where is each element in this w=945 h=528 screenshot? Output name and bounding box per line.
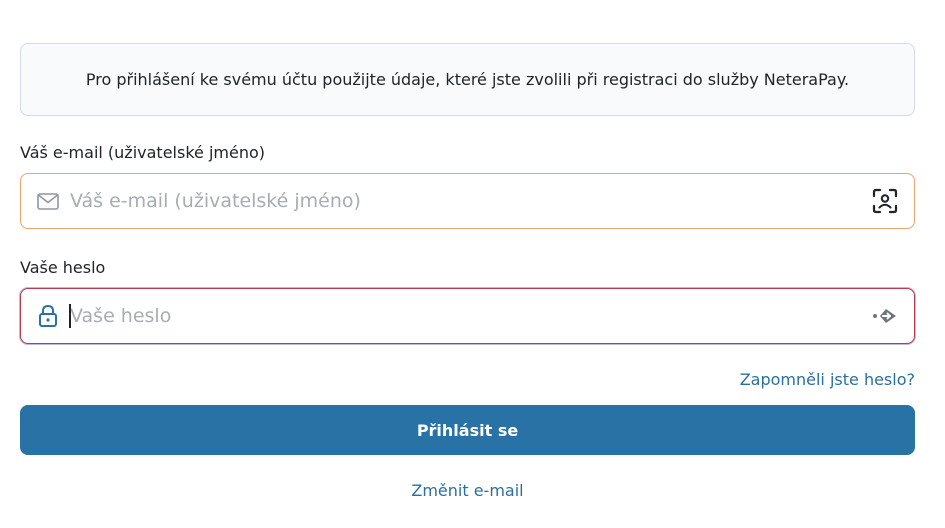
envelope-icon: [35, 188, 61, 214]
login-button[interactable]: Přihlásit se: [20, 405, 915, 455]
email-input[interactable]: [70, 186, 870, 216]
login-form: Pro přihlášení ke svému účtu použijte úd…: [20, 43, 915, 501]
email-field-box[interactable]: [20, 173, 915, 229]
lock-icon: [35, 303, 61, 329]
change-email-link[interactable]: Změnit e-mail: [411, 481, 523, 500]
email-label: Váš e-mail (uživatelské jméno): [20, 143, 265, 162]
text-caret: [69, 304, 71, 328]
face-id-icon[interactable]: [870, 186, 900, 216]
forgot-row: Zapomněli jste heslo?: [20, 370, 915, 390]
forgot-password-link[interactable]: Zapomněli jste heslo?: [740, 370, 915, 389]
password-input[interactable]: [70, 301, 870, 331]
autofill-arrow-icon[interactable]: [870, 301, 900, 331]
info-box: Pro přihlášení ke svému účtu použijte úd…: [20, 43, 915, 116]
password-field-box[interactable]: [20, 288, 915, 344]
password-label: Vaše heslo: [20, 258, 106, 277]
info-text: Pro přihlášení ke svému účtu použijte úd…: [85, 70, 850, 89]
change-email-row: Změnit e-mail: [20, 481, 915, 501]
